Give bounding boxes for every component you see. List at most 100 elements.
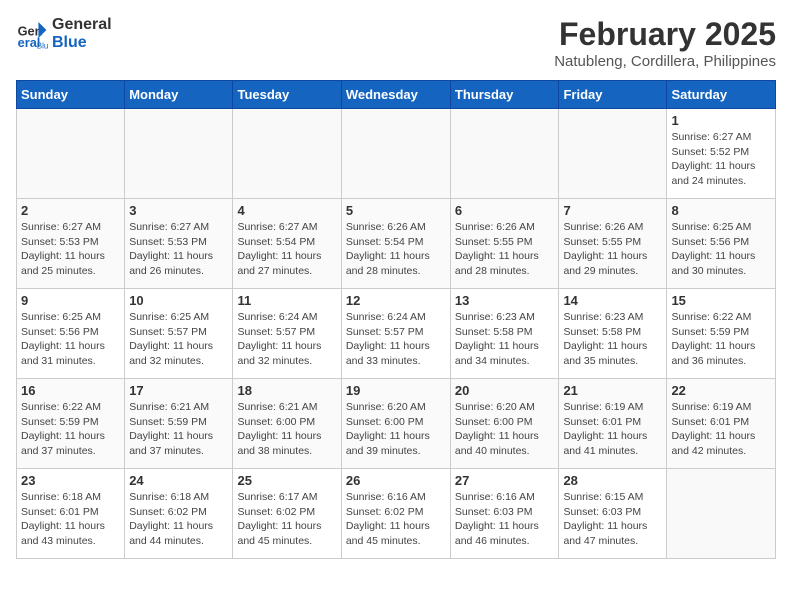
day-info: Sunrise: 6:20 AM Sunset: 6:00 PM Dayligh… (346, 400, 446, 459)
day-number: 28 (563, 473, 662, 488)
day-info: Sunrise: 6:26 AM Sunset: 5:54 PM Dayligh… (346, 220, 446, 279)
calendar-cell: 13 Sunrise: 6:23 AM Sunset: 5:58 PM Dayli… (450, 289, 559, 379)
calendar-header-row: Sunday Monday Tuesday Wednesday Thursday… (17, 81, 776, 109)
day-info: Sunrise: 6:18 AM Sunset: 6:02 PM Dayligh… (129, 490, 228, 549)
calendar-cell: 1 Sunrise: 6:27 AM Sunset: 5:52 PM Daylig… (667, 109, 776, 199)
header-sunday: Sunday (17, 81, 125, 109)
calendar-cell: 27 Sunrise: 6:16 AM Sunset: 6:03 PM Dayli… (450, 469, 559, 559)
calendar-cell: 5 Sunrise: 6:26 AM Sunset: 5:54 PM Daylig… (341, 199, 450, 289)
logo-line2: Blue (52, 34, 112, 52)
day-number: 24 (129, 473, 228, 488)
week-row-2: 2 Sunrise: 6:27 AM Sunset: 5:53 PM Daylig… (17, 199, 776, 289)
day-number: 26 (346, 473, 446, 488)
day-info: Sunrise: 6:16 AM Sunset: 6:03 PM Dayligh… (455, 490, 555, 549)
calendar-cell: 3 Sunrise: 6:27 AM Sunset: 5:53 PM Daylig… (125, 199, 233, 289)
day-number: 11 (237, 293, 336, 308)
day-number: 6 (455, 203, 555, 218)
day-info: Sunrise: 6:19 AM Sunset: 6:01 PM Dayligh… (671, 400, 771, 459)
day-info: Sunrise: 6:22 AM Sunset: 5:59 PM Dayligh… (671, 310, 771, 369)
day-info: Sunrise: 6:25 AM Sunset: 5:57 PM Dayligh… (129, 310, 228, 369)
day-number: 5 (346, 203, 446, 218)
day-number: 1 (671, 113, 771, 128)
day-number: 15 (671, 293, 771, 308)
day-number: 16 (21, 383, 120, 398)
day-info: Sunrise: 6:19 AM Sunset: 6:01 PM Dayligh… (563, 400, 662, 459)
day-number: 7 (563, 203, 662, 218)
day-info: Sunrise: 6:16 AM Sunset: 6:02 PM Dayligh… (346, 490, 446, 549)
title-area: February 2025 Natubleng, Cordillera, Phi… (554, 16, 776, 70)
calendar-cell (341, 109, 450, 199)
day-info: Sunrise: 6:18 AM Sunset: 6:01 PM Dayligh… (21, 490, 120, 549)
day-info: Sunrise: 6:27 AM Sunset: 5:53 PM Dayligh… (21, 220, 120, 279)
day-number: 27 (455, 473, 555, 488)
calendar-cell: 4Sunrise: 6:27 AM Sunset: 5:54 PM Daylig… (233, 199, 341, 289)
logo-icon: Gen eral Blue (16, 18, 48, 50)
calendar-cell: 11 Sunrise: 6:24 AM Sunset: 5:57 PM Dayli… (233, 289, 341, 379)
calendar-cell: 10 Sunrise: 6:25 AM Sunset: 5:57 PM Dayli… (125, 289, 233, 379)
calendar-cell: 21 Sunrise: 6:19 AM Sunset: 6:01 PM Dayli… (559, 379, 667, 469)
calendar-cell: 19 Sunrise: 6:20 AM Sunset: 6:00 PM Dayli… (341, 379, 450, 469)
calendar-cell: 20Sunrise: 6:20 AM Sunset: 6:00 PM Dayli… (450, 379, 559, 469)
calendar-cell: 22Sunrise: 6:19 AM Sunset: 6:01 PM Dayli… (667, 379, 776, 469)
calendar-cell: 24 Sunrise: 6:18 AM Sunset: 6:02 PM Dayli… (125, 469, 233, 559)
day-info: Sunrise: 6:26 AM Sunset: 5:55 PM Dayligh… (563, 220, 662, 279)
day-info: Sunrise: 6:23 AM Sunset: 5:58 PM Dayligh… (455, 310, 555, 369)
week-row-4: 16 Sunrise: 6:22 AM Sunset: 5:59 PM Dayli… (17, 379, 776, 469)
header-tuesday: Tuesday (233, 81, 341, 109)
calendar-cell (17, 109, 125, 199)
day-info: Sunrise: 6:26 AM Sunset: 5:55 PM Dayligh… (455, 220, 555, 279)
day-number: 18 (237, 383, 336, 398)
header-thursday: Thursday (450, 81, 559, 109)
calendar-cell (125, 109, 233, 199)
day-number: 17 (129, 383, 228, 398)
day-number: 2 (21, 203, 120, 218)
day-number: 23 (21, 473, 120, 488)
day-info: Sunrise: 6:27 AM Sunset: 5:53 PM Dayligh… (129, 220, 228, 279)
day-info: Sunrise: 6:21 AM Sunset: 6:00 PM Dayligh… (237, 400, 336, 459)
day-number: 10 (129, 293, 228, 308)
day-info: Sunrise: 6:23 AM Sunset: 5:58 PM Dayligh… (563, 310, 662, 369)
header-friday: Friday (559, 81, 667, 109)
day-number: 12 (346, 293, 446, 308)
day-number: 13 (455, 293, 555, 308)
calendar-cell: 7 Sunrise: 6:26 AM Sunset: 5:55 PM Daylig… (559, 199, 667, 289)
day-info: Sunrise: 6:22 AM Sunset: 5:59 PM Dayligh… (21, 400, 120, 459)
day-number: 14 (563, 293, 662, 308)
calendar-cell: 17Sunrise: 6:21 AM Sunset: 5:59 PM Dayli… (125, 379, 233, 469)
calendar-cell: 18 Sunrise: 6:21 AM Sunset: 6:00 PM Dayli… (233, 379, 341, 469)
day-info: Sunrise: 6:24 AM Sunset: 5:57 PM Dayligh… (237, 310, 336, 369)
calendar-cell: 6 Sunrise: 6:26 AM Sunset: 5:55 PM Daylig… (450, 199, 559, 289)
day-number: 21 (563, 383, 662, 398)
day-info: Sunrise: 6:15 AM Sunset: 6:03 PM Dayligh… (563, 490, 662, 549)
calendar-cell: 26 Sunrise: 6:16 AM Sunset: 6:02 PM Dayli… (341, 469, 450, 559)
header-saturday: Saturday (667, 81, 776, 109)
week-row-1: 1 Sunrise: 6:27 AM Sunset: 5:52 PM Daylig… (17, 109, 776, 199)
day-info: Sunrise: 6:27 AM Sunset: 5:54 PM Dayligh… (237, 220, 336, 279)
day-number: 19 (346, 383, 446, 398)
header-wednesday: Wednesday (341, 81, 450, 109)
day-number: 25 (237, 473, 336, 488)
day-number: 3 (129, 203, 228, 218)
month-title: February 2025 (554, 16, 776, 53)
calendar-cell: 9 Sunrise: 6:25 AM Sunset: 5:56 PM Daylig… (17, 289, 125, 379)
calendar-cell: 2 Sunrise: 6:27 AM Sunset: 5:53 PM Daylig… (17, 199, 125, 289)
day-info: Sunrise: 6:24 AM Sunset: 5:57 PM Dayligh… (346, 310, 446, 369)
calendar-cell (450, 109, 559, 199)
calendar-cell: 28 Sunrise: 6:15 AM Sunset: 6:03 PM Dayli… (559, 469, 667, 559)
calendar-cell: 16 Sunrise: 6:22 AM Sunset: 5:59 PM Dayli… (17, 379, 125, 469)
calendar: Sunday Monday Tuesday Wednesday Thursday… (16, 80, 776, 559)
day-number: 8 (671, 203, 771, 218)
day-info: Sunrise: 6:27 AM Sunset: 5:52 PM Dayligh… (671, 130, 771, 189)
header-monday: Monday (125, 81, 233, 109)
day-number: 9 (21, 293, 120, 308)
calendar-cell: 15 Sunrise: 6:22 AM Sunset: 5:59 PM Dayli… (667, 289, 776, 379)
day-info: Sunrise: 6:25 AM Sunset: 5:56 PM Dayligh… (671, 220, 771, 279)
calendar-cell: 25 Sunrise: 6:17 AM Sunset: 6:02 PM Dayli… (233, 469, 341, 559)
logo: Gen eral Blue General Blue (16, 16, 112, 51)
day-info: Sunrise: 6:17 AM Sunset: 6:02 PM Dayligh… (237, 490, 336, 549)
logo-line1: General (52, 16, 112, 34)
week-row-5: 23 Sunrise: 6:18 AM Sunset: 6:01 PM Dayli… (17, 469, 776, 559)
day-info: Sunrise: 6:25 AM Sunset: 5:56 PM Dayligh… (21, 310, 120, 369)
location: Natubleng, Cordillera, Philippines (554, 53, 776, 70)
calendar-cell (233, 109, 341, 199)
